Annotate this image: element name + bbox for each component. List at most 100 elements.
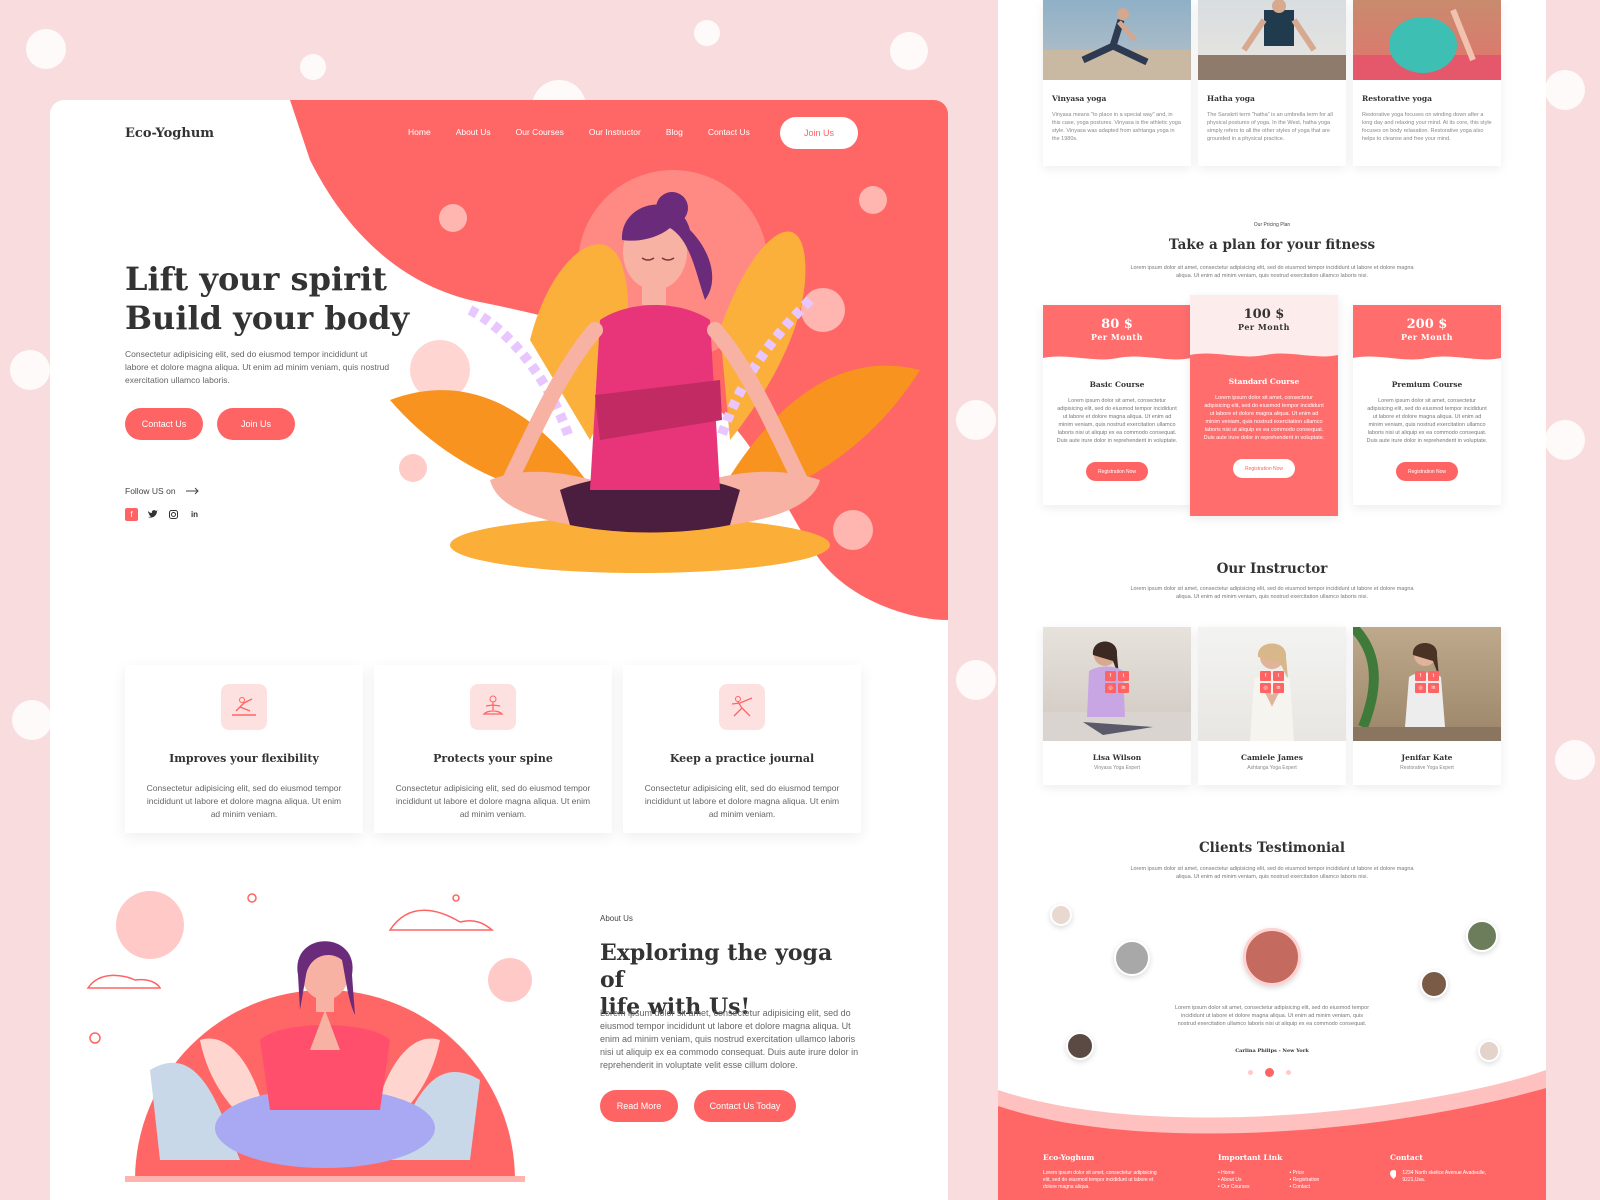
yoga-card-text: Restorative yoga focuses on winding down… <box>1362 112 1492 142</box>
about-title-line1: Exploring the yoga of <box>600 940 833 993</box>
facebook-icon[interactable]: f <box>1105 671 1116 681</box>
linkedin-icon[interactable]: in <box>1118 683 1129 693</box>
hero-text: Consectetur adipisicing elit, sed do eiu… <box>125 349 390 385</box>
bg-dot <box>26 29 66 69</box>
wave-divider <box>1043 356 1191 363</box>
instructor-role: Restorative Yoga Expert <box>1400 765 1454 771</box>
twitter-icon[interactable]: t <box>1118 671 1129 681</box>
wave-divider <box>1353 356 1501 363</box>
linkedin-icon[interactable]: in <box>1273 683 1284 693</box>
restorative-photo <box>1353 0 1501 80</box>
flexibility-pose-icon <box>221 684 267 730</box>
landing-page-right: Vinyasa yoga Vinyasa means "to place in … <box>998 0 1546 1200</box>
feature-text: Consectetur adipisicing elit, sed do eiu… <box>644 783 840 819</box>
read-more-button[interactable]: Read More <box>600 1090 678 1122</box>
plan-card-premium: 200 $ Per Month Premium Course Lorem ips… <box>1353 305 1501 505</box>
facebook-icon[interactable]: f <box>1415 671 1426 681</box>
instagram-icon[interactable]: ◎ <box>1105 683 1116 693</box>
nav-instructor[interactable]: Our Instructor <box>589 127 641 137</box>
bg-dot <box>956 400 996 440</box>
client-avatar[interactable] <box>1420 970 1448 998</box>
bg-dot <box>12 700 52 740</box>
instructor-card[interactable]: f t ◎ in Jenifar Kate Restorative Yoga Expe… <box>1353 627 1501 785</box>
nav-join-button[interactable]: Join Us <box>780 117 858 149</box>
twitter-icon[interactable]: t <box>1428 671 1439 681</box>
twitter-icon[interactable] <box>146 508 159 521</box>
linkedin-icon[interactable]: in <box>1428 683 1439 693</box>
hero-title-line1: Lift your spirit <box>125 260 387 298</box>
feature-title: Keep a practice journal <box>669 752 815 765</box>
instructor-card[interactable]: f t ◎ in Camiele James Ashtanga Yoga Expert <box>1198 627 1346 785</box>
instructor-role: Ashtanga Yoga Expert <box>1247 765 1297 771</box>
yoga-card-title: Hatha yoga <box>1207 94 1255 103</box>
registration-button[interactable]: Registration Now <box>1233 459 1295 478</box>
instructor-card[interactable]: f t ◎ in Lisa Wilson Vinyasa Yoga Expert <box>1043 627 1191 785</box>
footer-brand: Eco-Yoghum Lorem ipsum dolor sit amet, c… <box>1043 1153 1163 1191</box>
instructor-name: Lisa Wilson <box>1092 753 1142 762</box>
footer-brand-text: Lorem ipsum dolor sit amet, consectetur … <box>1043 1170 1157 1190</box>
nav-contact[interactable]: Contact Us <box>708 127 750 137</box>
hero-contact-button[interactable]: Contact Us <box>125 408 203 440</box>
bg-dot <box>10 350 50 390</box>
facebook-icon[interactable]: f <box>125 508 138 521</box>
nav-blog[interactable]: Blog <box>666 127 683 137</box>
hatha-photo <box>1198 0 1346 80</box>
client-avatar[interactable] <box>1466 920 1498 952</box>
about-kicker: About Us <box>600 914 633 923</box>
instructor-title: Our Instructor <box>1216 561 1328 577</box>
instructor-text: Lorem ipsum dolor sit amet, consectetur … <box>1130 586 1414 600</box>
yoga-card-title: Vinyasa yoga <box>1052 94 1107 103</box>
nav-about[interactable]: About Us <box>456 127 491 137</box>
bg-dot <box>300 54 326 80</box>
instructor-social-links: f t ◎ in <box>1105 671 1131 693</box>
footer-links-title: Important Link <box>1218 1153 1283 1162</box>
footer-link[interactable]: • Our Courses <box>1218 1184 1249 1191</box>
client-avatar[interactable] <box>1066 1032 1094 1060</box>
yoga-card-vinyasa[interactable]: Vinyasa yoga Vinyasa means "to place in … <box>1043 0 1191 166</box>
nav-courses[interactable]: Our Courses <box>516 127 564 137</box>
hero-title: Lift your spirit Build your body <box>125 260 409 338</box>
hero-title-line2: Build your body <box>125 299 410 337</box>
registration-button[interactable]: Registration Now <box>1086 462 1148 481</box>
facebook-icon[interactable]: f <box>1260 671 1271 681</box>
yoga-card-hatha[interactable]: Hatha yoga The Sanskrit term "hatha" is … <box>1198 0 1346 166</box>
featured-client-avatar[interactable] <box>1243 928 1301 986</box>
footer-link[interactable]: • Contact <box>1289 1184 1319 1191</box>
linkedin-icon[interactable]: in <box>188 508 201 521</box>
testimonial-title: Clients Testimonial <box>1198 840 1346 856</box>
pricing-kicker: Our Pricing Plan <box>1253 222 1291 228</box>
about-illustration <box>86 891 532 1182</box>
instagram-icon[interactable]: ◎ <box>1260 683 1271 693</box>
plan-name: Premium Course <box>1391 380 1463 389</box>
bg-dot <box>694 20 720 46</box>
logo[interactable]: Eco-Yoghum <box>125 126 214 141</box>
hero-join-button[interactable]: Join Us <box>217 408 295 440</box>
twitter-icon[interactable]: t <box>1273 671 1284 681</box>
client-avatar[interactable] <box>1050 904 1072 926</box>
follow-us: Follow US on <box>125 486 200 496</box>
pricing-title: Take a plan for your fitness <box>1168 237 1376 253</box>
stretch-pose-icon <box>719 684 765 730</box>
contact-today-button[interactable]: Contact Us Today <box>694 1090 796 1122</box>
registration-button[interactable]: Registration Now <box>1396 462 1458 481</box>
yoga-card-restorative[interactable]: Restorative yoga Restorative yoga focuse… <box>1353 0 1501 166</box>
footer-link[interactable]: • Registration <box>1289 1177 1319 1184</box>
instructor-photo: f t ◎ in <box>1043 627 1191 741</box>
feature-title: Improves your flexibility <box>169 752 319 765</box>
footer-contact: Contact 1234 North skelice Avenue Avadeu… <box>1390 1153 1500 1184</box>
feature-card-spine: Protects your spine Consectetur adipisic… <box>374 665 612 833</box>
footer-contact-title: Contact <box>1390 1153 1423 1162</box>
nav-home[interactable]: Home <box>408 127 431 137</box>
footer-link[interactable]: • About Us <box>1218 1177 1249 1184</box>
plan-header: 100 $ Per Month <box>1190 295 1338 360</box>
feature-text: Consectetur adipisicing elit, sed do eiu… <box>146 783 342 819</box>
instagram-icon[interactable]: ◎ <box>1415 683 1426 693</box>
footer-link[interactable]: • Price <box>1289 1170 1319 1177</box>
footer-link[interactable]: • Home <box>1218 1170 1249 1177</box>
instagram-icon[interactable] <box>167 508 180 521</box>
client-avatar[interactable] <box>1114 940 1150 976</box>
feature-card-journal: Keep a practice journal Consectetur adip… <box>623 665 861 833</box>
bg-dot <box>956 660 996 700</box>
about-text: Lorem ipsum dolor sit amet, consectetur … <box>600 1008 859 1070</box>
footer-logo[interactable]: Eco-Yoghum <box>1043 1153 1163 1162</box>
